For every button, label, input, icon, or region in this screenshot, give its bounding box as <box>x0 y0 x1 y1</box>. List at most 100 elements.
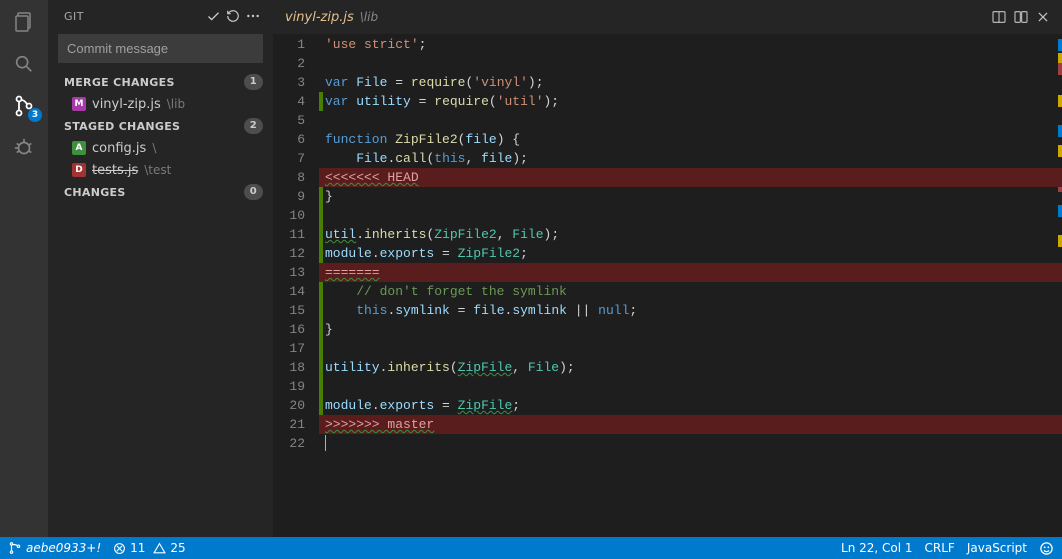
show-diff-icon[interactable] <box>1010 6 1032 28</box>
line-number: 11 <box>273 225 319 244</box>
line-number: 19 <box>273 377 319 396</box>
close-icon[interactable] <box>1032 6 1054 28</box>
code-line[interactable]: 8<<<<<<< HEAD <box>273 168 1062 187</box>
file-row[interactable]: M vinyl-zip.js \lib <box>48 93 273 115</box>
git-panel: GIT MERGE CHANGES 1 M vinyl-zip.js \lib … <box>48 0 273 537</box>
code-line[interactable]: 21>>>>>>> master <box>273 415 1062 434</box>
tab-filepath: \lib <box>360 10 378 24</box>
line-number: 22 <box>273 434 319 453</box>
code-line[interactable]: 6function ZipFile2(file) { <box>273 130 1062 149</box>
code-line[interactable]: 17 <box>273 339 1062 358</box>
code-line[interactable]: 14 // don't forget the symlink <box>273 282 1062 301</box>
file-path: \test <box>144 163 171 177</box>
code-content[interactable] <box>323 206 1062 225</box>
code-content[interactable] <box>323 377 1062 396</box>
commit-icon[interactable] <box>203 6 223 26</box>
code-line[interactable]: 4var utility = require('util'); <box>273 92 1062 111</box>
code-content[interactable]: this.symlink = file.symlink || null; <box>323 301 1062 320</box>
git-panel-header: GIT <box>48 6 273 32</box>
line-number: 2 <box>273 54 319 73</box>
commit-message-input[interactable] <box>58 34 263 63</box>
source-control-icon[interactable]: 3 <box>10 92 38 120</box>
activity-bar: 3 <box>0 0 48 537</box>
code-content[interactable] <box>323 434 1062 453</box>
merge-count-badge: 1 <box>244 74 263 90</box>
line-number: 14 <box>273 282 319 301</box>
eol-indicator[interactable]: CRLF <box>925 541 955 555</box>
cursor-position[interactable]: Ln 22, Col 1 <box>841 541 913 555</box>
code-content[interactable]: } <box>323 187 1062 206</box>
status-letter-modified: M <box>72 97 86 111</box>
debug-icon[interactable] <box>10 134 38 162</box>
line-number: 7 <box>273 149 319 168</box>
code-content[interactable]: var File = require('vinyl'); <box>323 73 1062 92</box>
code-line[interactable]: 16} <box>273 320 1062 339</box>
line-number: 10 <box>273 206 319 225</box>
tab-filename[interactable]: vinyl-zip.js <box>285 10 354 25</box>
section-merge-changes[interactable]: MERGE CHANGES 1 <box>48 71 273 93</box>
code-editor[interactable]: 1'use strict';23var File = require('viny… <box>273 35 1062 537</box>
code-content[interactable]: var utility = require('util'); <box>323 92 1062 111</box>
code-line[interactable]: 1'use strict'; <box>273 35 1062 54</box>
code-content[interactable]: utility.inherits(ZipFile, File); <box>323 358 1062 377</box>
problems-indicator[interactable]: 11 25 <box>113 541 186 555</box>
code-content[interactable]: // don't forget the symlink <box>323 282 1062 301</box>
code-line[interactable]: 11util.inherits(ZipFile2, File); <box>273 225 1062 244</box>
code-line[interactable]: 9} <box>273 187 1062 206</box>
line-number: 5 <box>273 111 319 130</box>
status-bar: aebe0933+! 11 25 Ln 22, Col 1 CRLF JavaS… <box>0 537 1062 559</box>
explorer-icon[interactable] <box>10 8 38 36</box>
line-number: 4 <box>273 92 319 111</box>
code-content[interactable]: File.call(this, file); <box>323 149 1062 168</box>
more-icon[interactable] <box>243 6 263 26</box>
code-line[interactable]: 22 <box>273 434 1062 453</box>
file-row[interactable]: D tests.js \test <box>48 159 273 181</box>
code-line[interactable]: 19 <box>273 377 1062 396</box>
code-line[interactable]: 18utility.inherits(ZipFile, File); <box>273 358 1062 377</box>
file-path: \ <box>152 141 156 155</box>
file-row[interactable]: A config.js \ <box>48 137 273 159</box>
code-line[interactable]: 2 <box>273 54 1062 73</box>
line-number: 8 <box>273 168 319 187</box>
status-letter-deleted: D <box>72 163 86 177</box>
split-editor-icon[interactable] <box>988 6 1010 28</box>
code-line[interactable]: 15 this.symlink = file.symlink || null; <box>273 301 1062 320</box>
line-number: 18 <box>273 358 319 377</box>
code-line[interactable]: 13======= <box>273 263 1062 282</box>
code-line[interactable]: 7 File.call(this, file); <box>273 149 1062 168</box>
staged-count-badge: 2 <box>244 118 263 134</box>
file-name: vinyl-zip.js <box>92 97 161 112</box>
code-content[interactable]: module.exports = ZipFile2; <box>323 244 1062 263</box>
branch-indicator[interactable]: aebe0933+! <box>8 541 101 555</box>
status-letter-added: A <box>72 141 86 155</box>
code-content[interactable] <box>323 339 1062 358</box>
code-line[interactable]: 20module.exports = ZipFile; <box>273 396 1062 415</box>
code-line[interactable]: 3var File = require('vinyl'); <box>273 73 1062 92</box>
file-path: \lib <box>167 97 185 111</box>
line-number: 16 <box>273 320 319 339</box>
refresh-icon[interactable] <box>223 6 243 26</box>
code-content[interactable]: } <box>323 320 1062 339</box>
code-content[interactable]: <<<<<<< HEAD <box>323 168 1062 187</box>
section-changes[interactable]: CHANGES 0 <box>48 181 273 203</box>
code-content[interactable]: 'use strict'; <box>323 35 1062 54</box>
line-number: 15 <box>273 301 319 320</box>
feedback-icon[interactable] <box>1039 541 1054 556</box>
code-content[interactable]: >>>>>>> master <box>323 415 1062 434</box>
file-name: tests.js <box>92 163 138 178</box>
code-line[interactable]: 12module.exports = ZipFile2; <box>273 244 1062 263</box>
code-content[interactable]: ======= <box>323 263 1062 282</box>
code-line[interactable]: 10 <box>273 206 1062 225</box>
line-number: 3 <box>273 73 319 92</box>
line-number: 20 <box>273 396 319 415</box>
language-mode[interactable]: JavaScript <box>967 541 1027 555</box>
code-content[interactable]: module.exports = ZipFile; <box>323 396 1062 415</box>
line-number: 13 <box>273 263 319 282</box>
code-line[interactable]: 5 <box>273 111 1062 130</box>
code-content[interactable] <box>323 111 1062 130</box>
code-content[interactable]: function ZipFile2(file) { <box>323 130 1062 149</box>
code-content[interactable]: util.inherits(ZipFile2, File); <box>323 225 1062 244</box>
search-icon[interactable] <box>10 50 38 78</box>
code-content[interactable] <box>323 54 1062 73</box>
section-staged-changes[interactable]: STAGED CHANGES 2 <box>48 115 273 137</box>
